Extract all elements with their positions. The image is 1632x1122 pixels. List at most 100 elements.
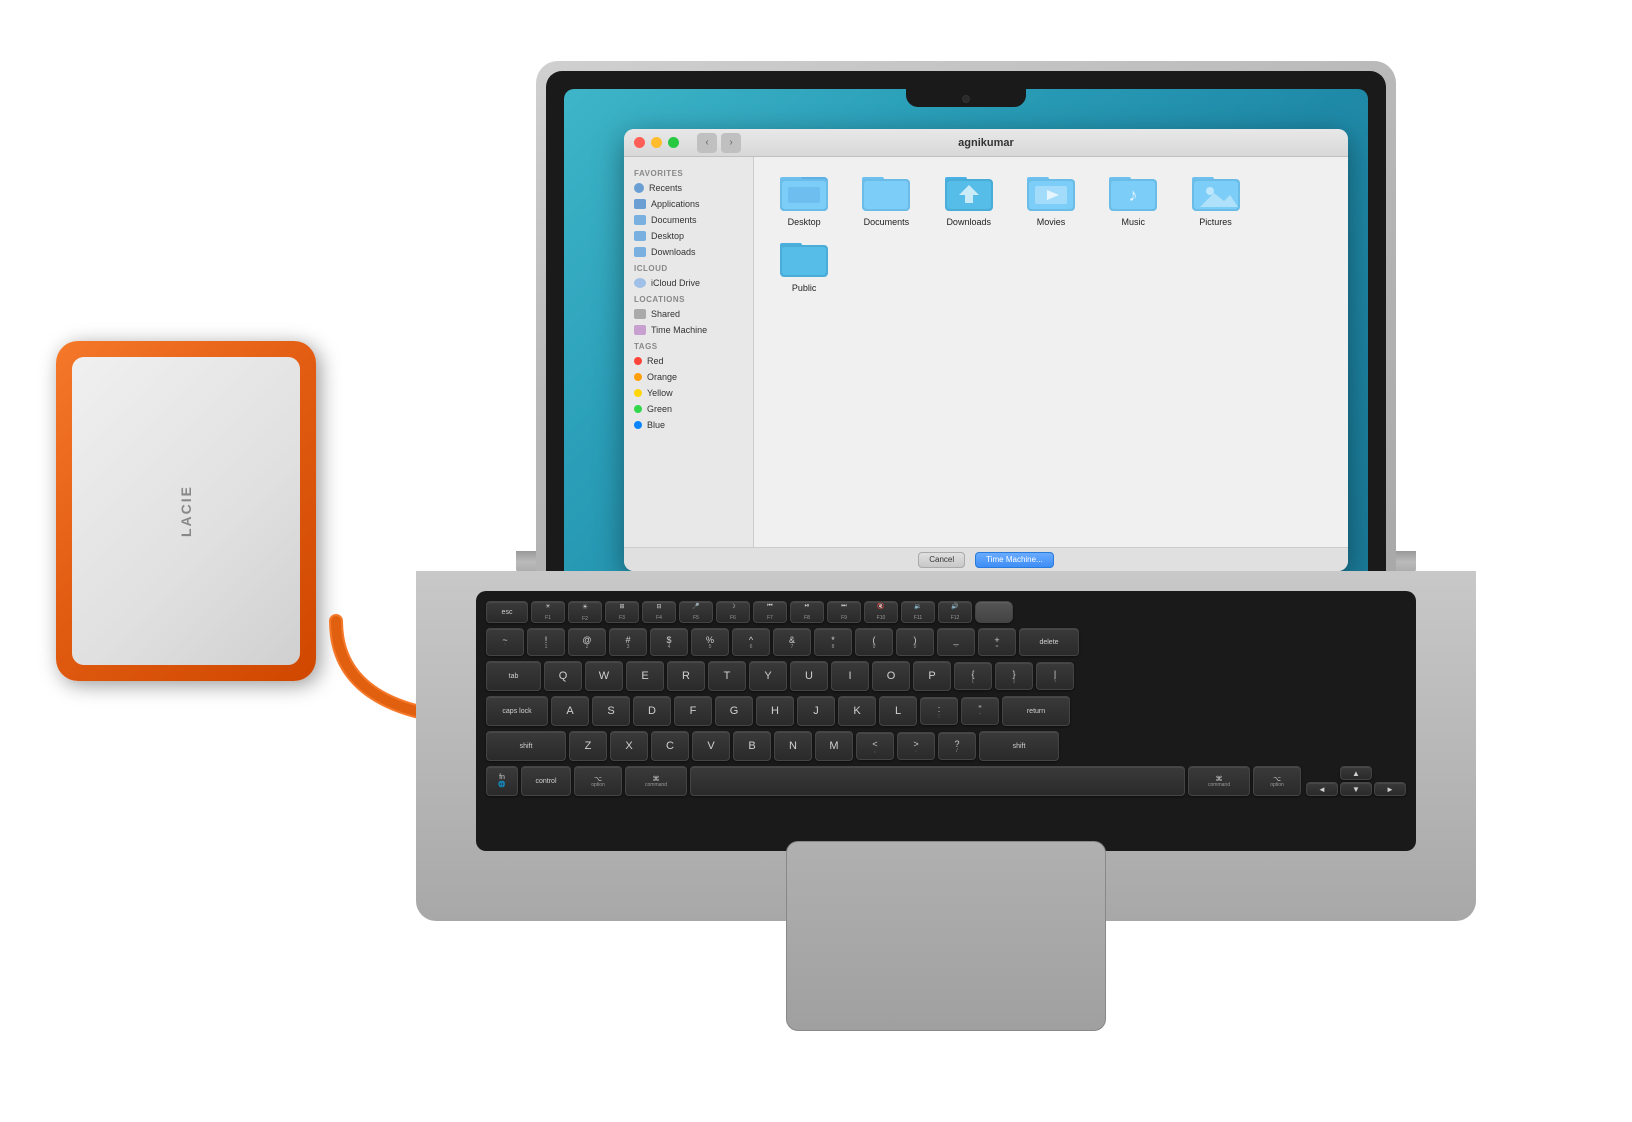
key-f3[interactable]: ⊞F3 (605, 601, 639, 623)
key-2[interactable]: @2 (568, 628, 606, 656)
key-space[interactable] (690, 766, 1185, 796)
key-s[interactable]: S (592, 696, 630, 726)
key-f8[interactable]: ⏯F8 (790, 601, 824, 623)
key-n[interactable]: N (774, 731, 812, 761)
key-m[interactable]: M (815, 731, 853, 761)
minimize-button[interactable] (651, 137, 662, 148)
key-control[interactable]: control (521, 766, 571, 796)
key-f1[interactable]: ☀F1 (531, 601, 565, 623)
key-option-right[interactable]: ⌥option (1253, 766, 1301, 796)
key-9[interactable]: (9 (855, 628, 893, 656)
key-i[interactable]: I (831, 661, 869, 691)
key-h[interactable]: H (756, 696, 794, 726)
key-v[interactable]: V (692, 731, 730, 761)
key-c[interactable]: C (651, 731, 689, 761)
key-tab[interactable]: tab (486, 661, 541, 691)
key-period[interactable]: >. (897, 732, 935, 760)
sidebar-item-yellow[interactable]: Yellow (624, 385, 753, 401)
folder-movies[interactable]: Movies (1015, 171, 1087, 227)
key-t[interactable]: T (708, 661, 746, 691)
close-button[interactable] (634, 137, 645, 148)
key-bracket-close[interactable]: }] (995, 662, 1033, 690)
key-y[interactable]: Y (749, 661, 787, 691)
key-x[interactable]: X (610, 731, 648, 761)
key-arrow-right[interactable]: ► (1374, 782, 1406, 796)
back-button[interactable]: ‹ (697, 133, 717, 153)
trackpad[interactable] (786, 841, 1106, 1031)
maximize-button[interactable] (668, 137, 679, 148)
key-l[interactable]: L (879, 696, 917, 726)
key-f6[interactable]: ☽F6 (716, 601, 750, 623)
key-shift-right[interactable]: shift (979, 731, 1059, 761)
key-f10[interactable]: 🔇F10 (864, 601, 898, 623)
key-q[interactable]: Q (544, 661, 582, 691)
key-shift-left[interactable]: shift (486, 731, 566, 761)
key-1[interactable]: !1 (527, 628, 565, 656)
key-backtick[interactable]: ~` (486, 628, 524, 656)
key-e[interactable]: E (626, 661, 664, 691)
key-0[interactable]: )0 (896, 628, 934, 656)
sidebar-item-timemachine[interactable]: Time Machine (624, 322, 753, 338)
key-f5[interactable]: 🎤F5 (679, 601, 713, 623)
forward-button[interactable]: › (721, 133, 741, 153)
folder-music[interactable]: ♪ Music (1097, 171, 1169, 227)
key-r[interactable]: R (667, 661, 705, 691)
key-f9[interactable]: ⏭F9 (827, 601, 861, 623)
folder-downloads[interactable]: Downloads (933, 171, 1005, 227)
key-capslock[interactable]: caps lock (486, 696, 548, 726)
key-comma[interactable]: <, (856, 732, 894, 760)
key-7[interactable]: &7 (773, 628, 811, 656)
confirm-button[interactable]: Time Machine... (975, 552, 1054, 568)
key-5[interactable]: %5 (691, 628, 729, 656)
key-option-left[interactable]: ⌥option (574, 766, 622, 796)
key-w[interactable]: W (585, 661, 623, 691)
key-command-left[interactable]: ⌘command (625, 766, 687, 796)
key-6[interactable]: ^6 (732, 628, 770, 656)
key-backslash[interactable]: |\ (1036, 662, 1074, 690)
sidebar-item-downloads[interactable]: Downloads (624, 244, 753, 260)
key-k[interactable]: K (838, 696, 876, 726)
key-g[interactable]: G (715, 696, 753, 726)
sidebar-item-blue[interactable]: Blue (624, 417, 753, 433)
key-fn[interactable]: fn🌐 (486, 766, 518, 796)
key-f4[interactable]: ⊟F4 (642, 601, 676, 623)
key-minus[interactable]: _- (937, 628, 975, 656)
key-command-right[interactable]: ⌘command (1188, 766, 1250, 796)
folder-pictures[interactable]: Pictures (1179, 171, 1251, 227)
sidebar-item-orange[interactable]: Orange (624, 369, 753, 385)
key-slash[interactable]: ?/ (938, 732, 976, 760)
key-semicolon[interactable]: :; (920, 697, 958, 725)
key-b[interactable]: B (733, 731, 771, 761)
sidebar-item-green[interactable]: Green (624, 401, 753, 417)
sidebar-item-desktop[interactable]: Desktop (624, 228, 753, 244)
key-arrow-up[interactable]: ▲ (1340, 766, 1372, 780)
key-arrow-down[interactable]: ▼ (1340, 782, 1372, 796)
key-esc[interactable]: esc (486, 601, 528, 623)
folder-public[interactable]: Public (768, 237, 840, 293)
key-o[interactable]: O (872, 661, 910, 691)
key-f12[interactable]: 🔊F12 (938, 601, 972, 623)
key-equals[interactable]: += (978, 628, 1016, 656)
key-u[interactable]: U (790, 661, 828, 691)
key-z[interactable]: Z (569, 731, 607, 761)
key-p[interactable]: P (913, 661, 951, 691)
key-8[interactable]: *8 (814, 628, 852, 656)
key-3[interactable]: #3 (609, 628, 647, 656)
key-arrow-left[interactable]: ◄ (1306, 782, 1338, 796)
key-power[interactable] (975, 601, 1013, 623)
key-f7[interactable]: ⏮F7 (753, 601, 787, 623)
key-f11[interactable]: 🔉F11 (901, 601, 935, 623)
key-delete[interactable]: delete (1019, 628, 1079, 656)
key-f[interactable]: F (674, 696, 712, 726)
key-f2[interactable]: ☀F2 (568, 601, 602, 623)
sidebar-item-applications[interactable]: Applications (624, 196, 753, 212)
key-return[interactable]: return (1002, 696, 1070, 726)
key-quote[interactable]: "' (961, 697, 999, 725)
key-d[interactable]: D (633, 696, 671, 726)
key-a[interactable]: A (551, 696, 589, 726)
key-4[interactable]: $4 (650, 628, 688, 656)
sidebar-item-icloud[interactable]: iCloud Drive (624, 275, 753, 291)
sidebar-item-documents[interactable]: Documents (624, 212, 753, 228)
key-j[interactable]: J (797, 696, 835, 726)
folder-desktop[interactable]: Desktop (768, 171, 840, 227)
